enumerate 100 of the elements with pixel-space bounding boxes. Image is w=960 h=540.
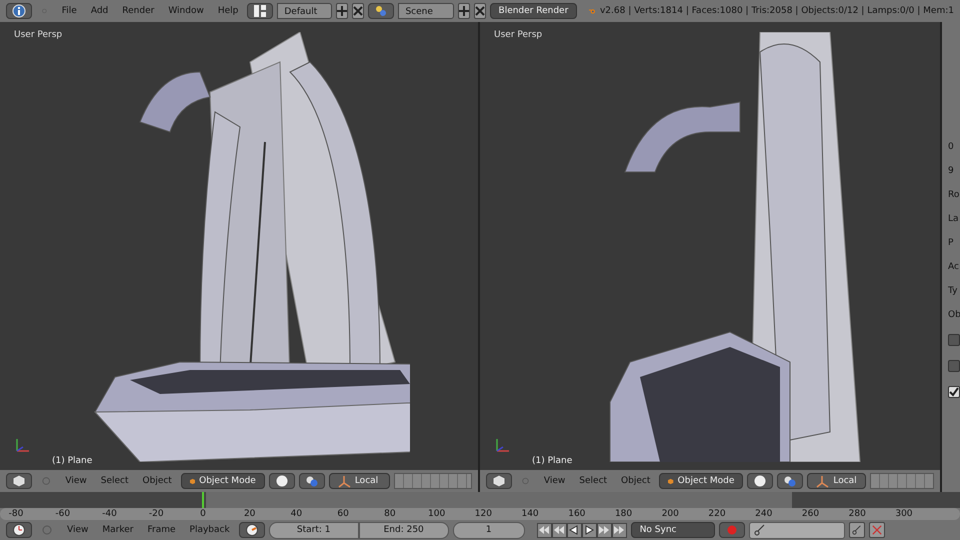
frame-number: 0 [199,508,207,520]
3d-viewport[interactable]: User Persp (1) Plane [0,22,478,470]
record-icon [726,525,737,535]
menu-item[interactable]: Object [138,476,177,486]
playback-button[interactable] [596,522,612,538]
checkbox[interactable] [948,334,960,346]
menu-item[interactable]: Select [574,476,612,486]
menu-item[interactable]: Window [163,6,209,16]
playback-button[interactable] [612,522,627,538]
scene-field[interactable]: Scene [398,3,454,19]
sync-dropdown[interactable]: No Sync [630,522,715,538]
orientation-dropdown[interactable]: Local [328,473,390,489]
axis-gizmo-icon [494,436,512,454]
start-frame-field[interactable]: Start: 1 [268,522,359,538]
render-engine-dropdown[interactable]: Blender Render [490,3,578,19]
frame-number: 60 [336,508,350,520]
mode-dropdown[interactable]: Object Mode [180,473,265,489]
menu-item[interactable]: View [60,476,92,486]
menu-item[interactable]: Object [616,476,656,486]
orientation-dropdown[interactable]: Local [807,473,866,489]
editor-type-button[interactable] [6,522,32,538]
remove-button[interactable] [474,3,486,19]
frame-number: -40 [101,508,118,520]
insert-keyframe-button[interactable] [848,522,865,538]
frame-number: 260 [800,508,820,520]
checkbox[interactable] [948,360,960,372]
plus-icon [458,6,469,16]
frame-number: 220 [707,508,727,520]
frame-number: 20 [242,508,256,520]
timeline-track[interactable] [0,492,960,508]
menu-item[interactable]: Frame [142,525,181,535]
checkbox[interactable] [948,386,960,398]
scene-button[interactable] [368,3,394,19]
frame-number: -60 [54,508,72,520]
playback-icon [584,525,594,535]
menu-item[interactable]: Add [86,6,114,16]
playback-icon [554,525,564,535]
menu-item[interactable]: Render [117,6,160,16]
end-frame-field[interactable]: End: 250 [358,522,449,538]
menu-item[interactable]: Select [96,476,134,486]
cube-icon [13,475,25,487]
key-cross-icon [872,525,882,535]
key-icon [852,525,862,535]
playback-button[interactable] [536,522,552,538]
menu-item[interactable]: Playback [184,525,235,535]
circles-icon [306,475,318,487]
3d-viewport[interactable]: User Persp (1) Plane [480,22,940,470]
screen-layout-button[interactable] [247,3,274,19]
keying-set-field[interactable] [748,522,845,538]
frame-number: 120 [474,508,493,520]
playhead[interactable] [202,492,204,508]
panel-label: Ob [948,310,960,320]
shading-button[interactable] [747,473,774,489]
playback-icon [614,525,624,535]
pivot-button[interactable] [298,473,325,489]
playback-button[interactable] [566,522,582,538]
close-icon [353,6,364,16]
playback-button[interactable] [582,522,597,538]
add-button[interactable] [458,3,470,19]
panel-label: P [948,238,954,248]
frame-number: 240 [754,508,774,520]
delete-keyframe-button[interactable] [868,522,885,538]
menu-item[interactable]: File [56,6,82,16]
playback-button[interactable] [552,522,567,538]
view-label: User Persp [14,30,62,40]
plus-icon [337,6,348,16]
frame-number: 80 [383,508,397,520]
pivot-button[interactable] [777,473,804,489]
playback-icon [539,525,550,535]
menu-item[interactable]: Help [212,6,244,16]
mode-dropdown[interactable]: Object Mode [659,473,744,489]
add-button[interactable] [336,3,348,19]
panel-label: 0 [948,142,954,152]
shading-button[interactable] [268,473,295,489]
view-label: User Persp [494,30,542,40]
menu-item[interactable]: View [62,525,94,535]
menu-item[interactable]: View [538,476,570,486]
frame-number: 100 [427,508,446,520]
scene-icon [375,5,388,17]
clock-icon [13,524,25,536]
sphere-icon [754,475,766,487]
playback-icon [569,525,580,535]
frame-number: -80 [8,508,24,520]
editor-type-button[interactable] [486,473,512,489]
current-frame-field[interactable]: 1 [452,522,525,538]
remove-button[interactable] [352,3,364,19]
clock-icon [246,524,258,536]
editor-type-button[interactable] [6,473,32,489]
cube-icon [493,475,505,487]
layout-field[interactable]: Default [277,3,332,19]
frame-number: -20 [148,508,165,520]
sphere-icon [276,475,288,487]
panel-label: Ro [948,190,960,200]
frame-number: 280 [848,508,867,520]
panel-label: 9 [948,166,954,176]
editor-type-button[interactable] [6,3,32,19]
menu-item[interactable]: Marker [97,525,138,535]
close-icon [474,6,485,16]
key-icon [754,524,766,536]
preview-range-button[interactable] [238,522,265,538]
